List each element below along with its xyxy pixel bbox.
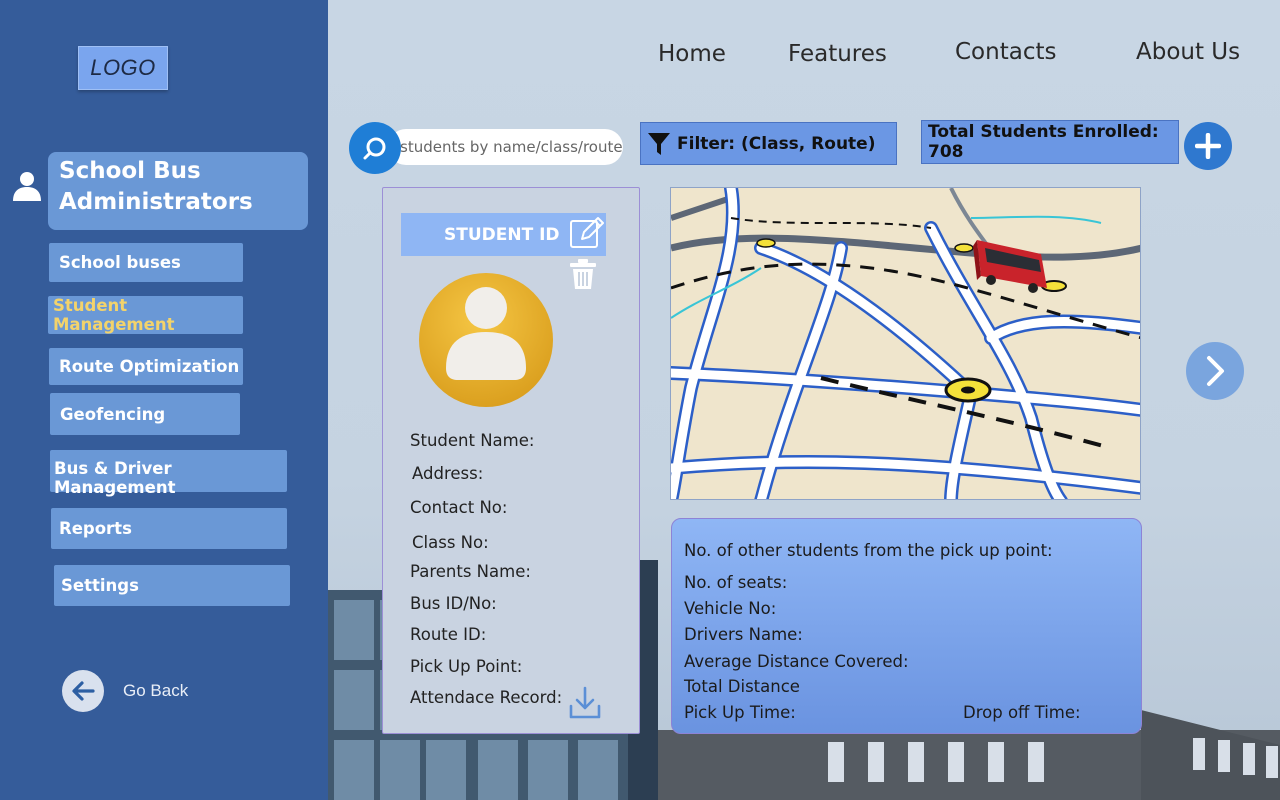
bus-id-label: Bus ID/No: [410, 594, 497, 613]
vehicle-no-label: Vehicle No: [684, 599, 777, 618]
total-distance-label: Total Distance [684, 677, 800, 696]
admin-title-line2: Administrators [59, 189, 253, 215]
nav-features[interactable]: Features [788, 41, 887, 67]
contact-no-label: Contact No: [410, 498, 508, 517]
plus-icon [1195, 133, 1221, 159]
sidebar-item-route-optimization[interactable]: Route Optimization [49, 348, 243, 385]
total-students-badge: Total Students Enrolled: 708 [921, 120, 1179, 164]
chevron-right-icon [1207, 356, 1224, 386]
other-students-label: No. of other students from the pick up p… [684, 541, 1053, 560]
add-student-button[interactable] [1184, 122, 1232, 170]
filter-label: Filter: (Class, Route) [677, 133, 876, 154]
map-graphic [671, 188, 1140, 499]
search-button[interactable] [349, 122, 401, 174]
average-distance-label: Average Distance Covered: [684, 652, 909, 671]
user-icon [13, 172, 41, 201]
drop-off-time-label: Drop off Time: [963, 703, 1081, 722]
sidebar-item-settings[interactable]: Settings [54, 565, 290, 606]
pick-up-point-label: Pick Up Point: [410, 657, 523, 676]
attendance-record-label: Attendace Record: [410, 688, 563, 707]
student-card [382, 187, 640, 734]
sidebar-item-reports[interactable]: Reports [51, 508, 287, 549]
nav-home[interactable]: Home [658, 41, 726, 67]
sidebar-item-school-buses[interactable]: School buses [49, 243, 243, 282]
admin-title-line1: School Bus [59, 158, 201, 184]
arrow-left-icon [72, 681, 95, 701]
sidebar: LOGO School Bus Administrators School bu… [0, 0, 328, 800]
search-input[interactable] [388, 129, 623, 165]
address-label: Address: [412, 464, 484, 483]
search-icon [363, 137, 386, 160]
student-name-label: Student Name: [410, 431, 535, 450]
seats-label: No. of seats: [684, 573, 788, 592]
trash-icon[interactable] [568, 258, 598, 290]
sidebar-item-student-management[interactable]: Student Management [48, 296, 243, 334]
nav-about-us[interactable]: About Us [1136, 39, 1240, 65]
drivers-name-label: Drivers Name: [684, 625, 803, 644]
route-map[interactable] [670, 187, 1141, 500]
parents-name-label: Parents Name: [410, 562, 531, 581]
sidebar-item-geofencing[interactable]: Geofencing [50, 393, 240, 435]
pick-up-time-label: Pick Up Time: [684, 703, 796, 722]
route-id-label: Route ID: [410, 625, 487, 644]
logo[interactable]: LOGO [78, 46, 168, 90]
edit-icon[interactable] [568, 215, 604, 251]
filter-button[interactable]: Filter: (Class, Route) [640, 122, 897, 165]
filter-icon [648, 132, 670, 155]
nav-contacts[interactable]: Contacts [955, 39, 1056, 65]
go-back-label[interactable]: Go Back [123, 681, 188, 701]
class-no-label: Class No: [412, 533, 489, 552]
next-button[interactable] [1186, 342, 1244, 400]
download-icon[interactable] [568, 686, 602, 720]
admin-role-card: School Bus Administrators [48, 152, 308, 230]
total-students-label: Total Students Enrolled: 708 [928, 122, 1159, 162]
sidebar-item-bus-driver-management[interactable]: Bus & Driver Management [50, 450, 287, 497]
avatar [419, 273, 553, 407]
go-back-button[interactable] [62, 670, 104, 712]
